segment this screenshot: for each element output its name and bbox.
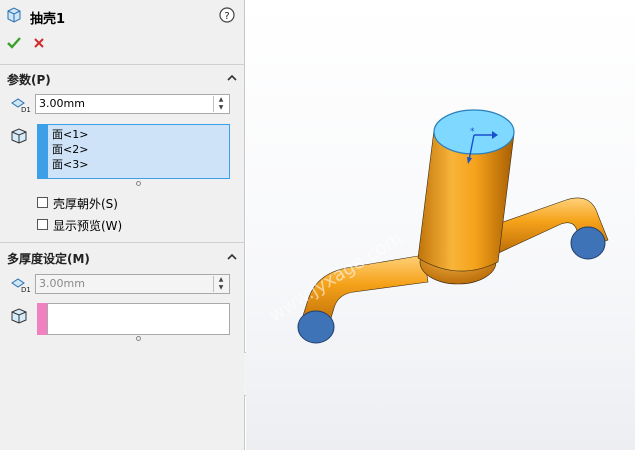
thickness-spinner[interactable]: ▲ ▼ [213,96,228,112]
svg-text:?: ? [224,11,229,22]
list-item[interactable]: 面<2> [48,142,229,157]
checkmark-icon [7,37,21,49]
params-section-title: 参数(P) [7,73,51,87]
feature-icon [6,7,22,23]
resize-handle[interactable] [136,336,141,341]
property-manager-panel: 抽壳1 ? 参数(P) D1 3.00mm ▲ ▼ 面<1> 面<2> 面<3> … [0,0,245,450]
thickness-icon: D1 [10,95,32,114]
selection-color-bar [37,124,47,179]
multi-section-title: 多厚度设定(M) [7,252,90,266]
show-preview-checkbox[interactable] [37,219,48,230]
x-icon [34,38,44,48]
thickness-icon: D1 [10,275,32,294]
faces-list[interactable]: 面<1> 面<2> 面<3> [47,124,230,179]
svg-text:D1: D1 [21,286,31,293]
svg-text:*: * [470,127,475,137]
multi-thickness-input: 3.00mm ▲ ▼ [35,274,230,294]
cancel-button[interactable] [32,36,46,50]
graphics-viewport[interactable]: * www.jyxage.com [246,0,635,450]
face-select-icon [10,307,28,325]
thickness-input[interactable]: 3.00mm ▲ ▼ [35,94,230,114]
show-preview-label: 显示预览(W) [53,219,123,233]
separator [0,242,245,243]
part-model: * www.jyxage.com [266,109,609,344]
resize-handle[interactable] [136,181,141,186]
list-item[interactable]: 面<1> [48,127,229,142]
multi-thickness-value: 3.00mm [39,277,85,290]
multi-faces-list[interactable] [47,303,230,335]
collapse-multi-icon[interactable] [226,251,238,261]
ok-button[interactable] [6,35,22,51]
svg-text:D1: D1 [21,106,31,113]
shell-outward-checkbox[interactable] [37,197,48,208]
question-circle-icon[interactable]: ? [219,7,235,23]
shell-outward-label: 壳厚朝外(S) [53,197,118,211]
list-item[interactable]: 面<3> [48,157,229,172]
face-select-icon [10,127,28,145]
selection-color-bar [37,303,47,335]
collapse-params-icon[interactable] [226,72,238,82]
feature-title: 抽壳1 [30,12,66,27]
thickness-value: 3.00mm [39,97,85,110]
multi-thickness-spinner: ▲ ▼ [213,276,228,292]
separator [0,64,245,65]
